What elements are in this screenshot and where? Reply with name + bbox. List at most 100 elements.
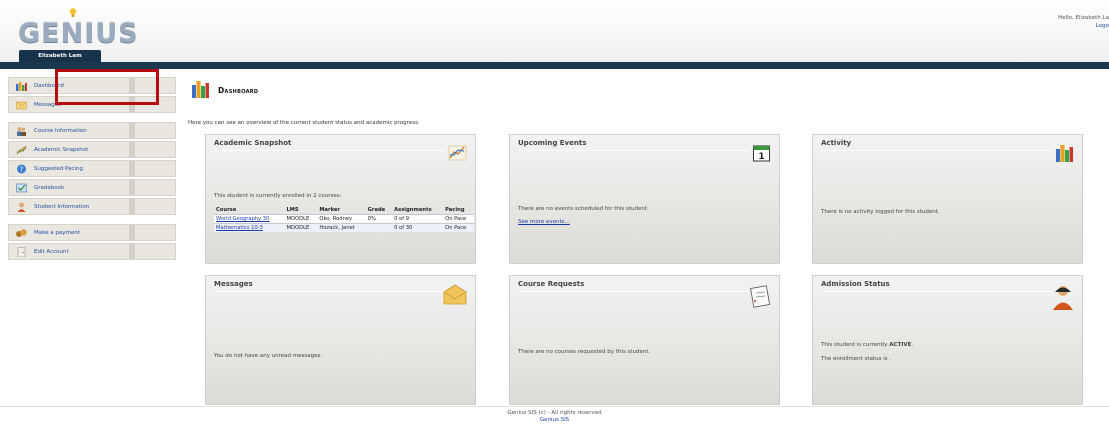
money-icon — [16, 228, 27, 237]
sidebar-rail — [129, 142, 135, 157]
panel-title: Messages — [214, 280, 253, 288]
table-cell: 0 of 30 — [392, 223, 444, 232]
sidebar-item-make-a-payment[interactable]: Make a payment — [8, 224, 176, 241]
copyright-text: Genius SIS (c) - All rights reserved — [507, 410, 602, 416]
sidebar-rail — [129, 199, 135, 214]
see-more-events-link[interactable]: See more events... — [518, 219, 570, 225]
genius-logo[interactable]: GENIUS — [18, 18, 139, 49]
nav-bar — [0, 62, 1109, 69]
table-cell: Oko, Rodney — [317, 214, 366, 224]
status-prefix: This student is currently — [821, 342, 890, 348]
lightbulb-icon — [69, 8, 77, 17]
course-link[interactable]: World Geography 30 — [214, 214, 285, 224]
panel-divider — [821, 150, 1052, 151]
enrolled-text: This student is currently enrolled in 2 … — [214, 193, 342, 199]
column-header: Pacing — [445, 207, 465, 213]
sidebar-item-course-information[interactable]: Course Information — [8, 122, 176, 139]
calendar-icon: 1 — [753, 145, 770, 162]
sidebar-item-label: Make a payment — [34, 229, 80, 236]
panel-divider — [518, 150, 749, 151]
table-cell: On Pace — [443, 214, 474, 224]
table-cell: 0 of 9 — [392, 214, 444, 224]
sidebar-item-label: Dashboard — [34, 82, 64, 89]
panel-divider — [214, 150, 445, 151]
checkbook-icon — [16, 183, 27, 192]
sidebar-item-gradebook[interactable]: Gradebook — [8, 179, 176, 196]
status-value: ACTIVE — [889, 342, 912, 348]
sidebar-item-academic-snapshot[interactable]: Academic Snapshot — [8, 141, 176, 158]
column-header: Marker — [319, 207, 340, 213]
chart-books-icon — [1056, 145, 1073, 162]
sidebar-item-dashboard[interactable]: Dashboard — [8, 77, 176, 94]
student-icon — [1053, 286, 1073, 310]
table-cell: Hozack, Janet — [317, 223, 366, 232]
greeting-text: Hello, Elizabeth La — [1058, 15, 1109, 21]
course-requests-panel: Course Requests There are no courses req… — [509, 275, 780, 405]
sidebar: Dashboard Messages Course Information Ac… — [8, 77, 176, 262]
table-cell: 0% — [365, 214, 393, 224]
table-row: Mathematics 10-3 MOODLE Hozack, Janet 0 … — [214, 223, 474, 232]
sidebar-item-label: Course Information — [34, 127, 87, 134]
sidebar-rail — [129, 180, 135, 195]
activity-panel: Activity There is no activity logged for… — [812, 134, 1083, 264]
sidebar-item-label: Student Information — [34, 203, 90, 210]
column-header: Course — [216, 207, 237, 213]
events-message: There are no events scheduled for this s… — [518, 206, 649, 212]
footer: Genius SIS (c) - All rights reserved Gen… — [0, 406, 1109, 424]
panel-title: Academic Snapshot — [214, 139, 292, 147]
upcoming-events-panel: Upcoming Events 1 There are no events sc… — [509, 134, 780, 264]
requests-message: There are no courses requested by this s… — [518, 349, 651, 355]
graph-icon — [448, 145, 467, 161]
sidebar-rail — [129, 123, 135, 138]
table-cell — [365, 223, 393, 232]
sidebar-rail — [129, 244, 135, 259]
envelope-icon — [443, 284, 467, 305]
messages-panel: Messages You do not have any unread mess… — [205, 275, 476, 405]
courses-table: Course LMS Marker Grade Assignments Paci… — [214, 206, 474, 232]
sidebar-rail — [129, 161, 135, 176]
panel-divider — [518, 291, 749, 292]
sidebar-item-student-information[interactable]: Student Information — [8, 198, 176, 215]
sidebar-rail — [129, 97, 135, 112]
door-icon — [17, 246, 26, 257]
calendar-day-text: 1 — [758, 152, 764, 162]
column-header: Grade — [367, 207, 386, 213]
footer-link[interactable]: Genius SIS — [0, 417, 1109, 424]
panel-title: Upcoming Events — [518, 139, 587, 147]
status-suffix: . — [911, 342, 914, 348]
sidebar-item-edit-account[interactable]: Edit Account — [8, 243, 176, 260]
sidebar-item-label: Academic Snapshot — [34, 146, 89, 153]
envelope-icon — [16, 101, 27, 109]
messages-message: You do not have any unread messages. — [214, 353, 323, 359]
sidebar-item-label: Suggested Pacing — [34, 165, 83, 172]
user-greeting-area: Hello, Elizabeth La Logo — [1058, 14, 1109, 30]
dashboard-icon — [192, 81, 209, 98]
sidebar-item-label: Edit Account — [34, 248, 69, 255]
header: GENIUS Elizabeth Lam Hello, Elizabeth La… — [0, 0, 1109, 63]
table-cell: MOODLE — [284, 214, 318, 224]
sidebar-item-suggested-pacing[interactable]: ? Suggested Pacing — [8, 160, 176, 177]
course-link[interactable]: Mathematics 10-3 — [214, 223, 285, 232]
student-icon — [17, 202, 26, 212]
panel-divider — [214, 291, 445, 292]
sidebar-item-messages[interactable]: Messages — [8, 96, 176, 113]
logout-link[interactable]: Logo — [1058, 22, 1109, 30]
sidebar-item-label: Gradebook — [34, 184, 65, 191]
sidebar-item-label: Messages — [34, 101, 61, 108]
table-cell: On Pace — [443, 223, 474, 232]
graph-icon — [16, 145, 27, 154]
table-row: World Geography 30 MOODLE Oko, Rodney 0%… — [214, 214, 474, 224]
chart-books-icon — [16, 81, 27, 91]
academic-snapshot-panel: Academic Snapshot This student is curren… — [205, 134, 476, 264]
panel-divider — [821, 291, 1052, 292]
column-header: LMS — [286, 207, 299, 213]
table-header-row: Course LMS Marker Grade Assignments Paci… — [214, 206, 474, 215]
people-icon — [17, 126, 26, 136]
admission-status-panel: Admission Status This student is current… — [812, 275, 1083, 405]
svg-text:?: ? — [20, 165, 24, 173]
sidebar-rail — [129, 78, 135, 93]
help-icon: ? — [17, 164, 26, 173]
activity-message: There is no activity logged for this stu… — [821, 209, 940, 215]
panel-title: Admission Status — [821, 280, 890, 288]
